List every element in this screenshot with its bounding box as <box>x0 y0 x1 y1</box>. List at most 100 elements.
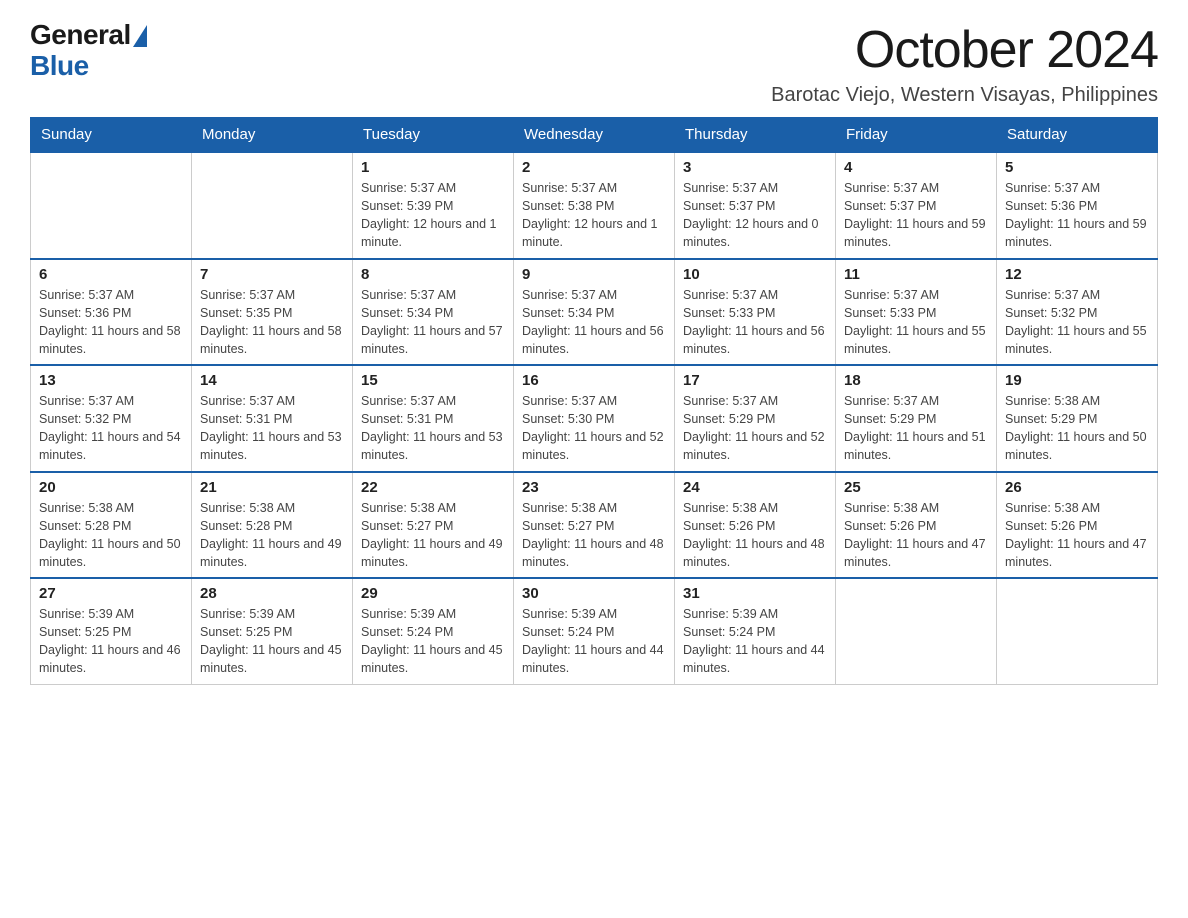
day-number: 25 <box>844 479 988 496</box>
column-header-thursday: Thursday <box>675 118 836 153</box>
day-number: 8 <box>361 266 505 283</box>
day-cell: 7Sunrise: 5:37 AMSunset: 5:35 PMDaylight… <box>192 259 353 366</box>
day-number: 2 <box>522 159 666 176</box>
day-info: Sunrise: 5:38 AMSunset: 5:29 PMDaylight:… <box>1005 392 1149 465</box>
day-number: 26 <box>1005 479 1149 496</box>
day-cell: 22 Sunrise: 5:38 AMSunset: 5:27 PMDayligh… <box>353 472 514 579</box>
logo-text: General Blue <box>30 20 147 82</box>
day-cell <box>192 152 353 259</box>
day-cell: 21 Sunrise: 5:38 AMSunset: 5:28 PMDayligh… <box>192 472 353 579</box>
day-number: 18 <box>844 372 988 389</box>
day-number: 6 <box>39 266 183 283</box>
day-cell: 25 Sunrise: 5:38 AMSunset: 5:26 PMDayligh… <box>836 472 997 579</box>
week-row-3: 13Sunrise: 5:37 AMSunset: 5:32 PMDayligh… <box>31 365 1158 472</box>
day-info: Sunrise: 5:37 AMSunset: 5:38 PMDaylight:… <box>522 179 666 252</box>
day-number: 28 <box>200 585 344 602</box>
day-cell: 31 Sunrise: 5:39 AMSunset: 5:24 PMDayligh… <box>675 578 836 684</box>
week-row-4: 20 Sunrise: 5:38 AMSunset: 5:28 PMDayligh… <box>31 472 1158 579</box>
day-number: 30 <box>522 585 666 602</box>
day-cell: 12 Sunrise: 5:37 AMSunset: 5:32 PMDayligh… <box>997 259 1158 366</box>
day-number: 12 <box>1005 266 1149 283</box>
day-info: Sunrise: 5:38 AMSunset: 5:27 PMDaylight:… <box>361 499 505 572</box>
day-info: Sunrise: 5:38 AMSunset: 5:26 PMDaylight:… <box>844 499 988 572</box>
day-number: 7 <box>200 266 344 283</box>
day-info: Sunrise: 5:37 AMSunset: 5:32 PMDaylight:… <box>1005 286 1149 359</box>
day-cell: 28Sunrise: 5:39 AMSunset: 5:25 PMDayligh… <box>192 578 353 684</box>
day-info: Sunrise: 5:37 AMSunset: 5:29 PMDaylight:… <box>683 392 827 465</box>
day-number: 15 <box>361 372 505 389</box>
day-info: Sunrise: 5:37 AMSunset: 5:37 PMDaylight:… <box>683 179 827 252</box>
day-number: 5 <box>1005 159 1149 176</box>
day-number: 20 <box>39 479 183 496</box>
day-number: 31 <box>683 585 827 602</box>
day-cell: 6 Sunrise: 5:37 AMSunset: 5:36 PMDaylight… <box>31 259 192 366</box>
day-cell: 14Sunrise: 5:37 AMSunset: 5:31 PMDayligh… <box>192 365 353 472</box>
day-cell: 29Sunrise: 5:39 AMSunset: 5:24 PMDayligh… <box>353 578 514 684</box>
day-info: Sunrise: 5:37 AMSunset: 5:30 PMDaylight:… <box>522 392 666 465</box>
week-row-2: 6 Sunrise: 5:37 AMSunset: 5:36 PMDaylight… <box>31 259 1158 366</box>
logo-triangle-icon <box>133 25 147 47</box>
day-info: Sunrise: 5:37 AMSunset: 5:31 PMDaylight:… <box>361 392 505 465</box>
day-cell: 26Sunrise: 5:38 AMSunset: 5:26 PMDayligh… <box>997 472 1158 579</box>
column-header-wednesday: Wednesday <box>514 118 675 153</box>
day-info: Sunrise: 5:38 AMSunset: 5:26 PMDaylight:… <box>683 499 827 572</box>
day-number: 21 <box>200 479 344 496</box>
column-header-tuesday: Tuesday <box>353 118 514 153</box>
calendar-body: 1 Sunrise: 5:37 AMSunset: 5:39 PMDaylight… <box>31 152 1158 684</box>
week-row-1: 1 Sunrise: 5:37 AMSunset: 5:39 PMDaylight… <box>31 152 1158 259</box>
day-info: Sunrise: 5:37 AMSunset: 5:29 PMDaylight:… <box>844 392 988 465</box>
day-cell: 2 Sunrise: 5:37 AMSunset: 5:38 PMDaylight… <box>514 152 675 259</box>
day-number: 27 <box>39 585 183 602</box>
day-info: Sunrise: 5:37 AMSunset: 5:33 PMDaylight:… <box>844 286 988 359</box>
logo-blue: Blue <box>30 51 147 82</box>
day-number: 23 <box>522 479 666 496</box>
day-number: 22 <box>361 479 505 496</box>
day-cell: 16 Sunrise: 5:37 AMSunset: 5:30 PMDayligh… <box>514 365 675 472</box>
day-info: Sunrise: 5:38 AMSunset: 5:28 PMDaylight:… <box>39 499 183 572</box>
day-cell: 5 Sunrise: 5:37 AMSunset: 5:36 PMDaylight… <box>997 152 1158 259</box>
day-number: 24 <box>683 479 827 496</box>
day-number: 9 <box>522 266 666 283</box>
calendar-table: SundayMondayTuesdayWednesdayThursdayFrid… <box>30 117 1158 685</box>
day-cell: 8 Sunrise: 5:37 AMSunset: 5:34 PMDaylight… <box>353 259 514 366</box>
day-info: Sunrise: 5:38 AMSunset: 5:28 PMDaylight:… <box>200 499 344 572</box>
day-cell: 15 Sunrise: 5:37 AMSunset: 5:31 PMDayligh… <box>353 365 514 472</box>
day-info: Sunrise: 5:37 AMSunset: 5:36 PMDaylight:… <box>39 286 183 359</box>
day-cell: 18 Sunrise: 5:37 AMSunset: 5:29 PMDayligh… <box>836 365 997 472</box>
day-number: 3 <box>683 159 827 176</box>
day-info: Sunrise: 5:37 AMSunset: 5:34 PMDaylight:… <box>361 286 505 359</box>
day-cell: 10Sunrise: 5:37 AMSunset: 5:33 PMDayligh… <box>675 259 836 366</box>
page-header: General Blue October 2024 Barotac Viejo,… <box>30 20 1158 107</box>
column-header-friday: Friday <box>836 118 997 153</box>
day-info: Sunrise: 5:39 AMSunset: 5:24 PMDaylight:… <box>683 605 827 678</box>
day-number: 13 <box>39 372 183 389</box>
day-cell: 20 Sunrise: 5:38 AMSunset: 5:28 PMDayligh… <box>31 472 192 579</box>
column-header-sunday: Sunday <box>31 118 192 153</box>
day-number: 29 <box>361 585 505 602</box>
day-number: 1 <box>361 159 505 176</box>
column-header-monday: Monday <box>192 118 353 153</box>
day-cell: 17Sunrise: 5:37 AMSunset: 5:29 PMDayligh… <box>675 365 836 472</box>
day-number: 16 <box>522 372 666 389</box>
day-cell: 24 Sunrise: 5:38 AMSunset: 5:26 PMDayligh… <box>675 472 836 579</box>
location-title: Barotac Viejo, Western Visayas, Philippi… <box>771 84 1158 107</box>
day-cell: 11Sunrise: 5:37 AMSunset: 5:33 PMDayligh… <box>836 259 997 366</box>
day-cell: 13Sunrise: 5:37 AMSunset: 5:32 PMDayligh… <box>31 365 192 472</box>
logo: General Blue <box>30 20 147 82</box>
day-cell: 9 Sunrise: 5:37 AMSunset: 5:34 PMDaylight… <box>514 259 675 366</box>
day-cell <box>31 152 192 259</box>
day-cell: 23Sunrise: 5:38 AMSunset: 5:27 PMDayligh… <box>514 472 675 579</box>
day-cell: 19Sunrise: 5:38 AMSunset: 5:29 PMDayligh… <box>997 365 1158 472</box>
day-info: Sunrise: 5:37 AMSunset: 5:37 PMDaylight:… <box>844 179 988 252</box>
column-header-saturday: Saturday <box>997 118 1158 153</box>
day-number: 4 <box>844 159 988 176</box>
calendar-header: SundayMondayTuesdayWednesdayThursdayFrid… <box>31 118 1158 153</box>
logo-general: General <box>30 20 131 51</box>
day-number: 10 <box>683 266 827 283</box>
title-section: October 2024 Barotac Viejo, Western Visa… <box>771 20 1158 107</box>
day-info: Sunrise: 5:39 AMSunset: 5:24 PMDaylight:… <box>522 605 666 678</box>
day-info: Sunrise: 5:37 AMSunset: 5:36 PMDaylight:… <box>1005 179 1149 252</box>
day-info: Sunrise: 5:37 AMSunset: 5:34 PMDaylight:… <box>522 286 666 359</box>
day-info: Sunrise: 5:37 AMSunset: 5:39 PMDaylight:… <box>361 179 505 252</box>
day-info: Sunrise: 5:39 AMSunset: 5:25 PMDaylight:… <box>39 605 183 678</box>
